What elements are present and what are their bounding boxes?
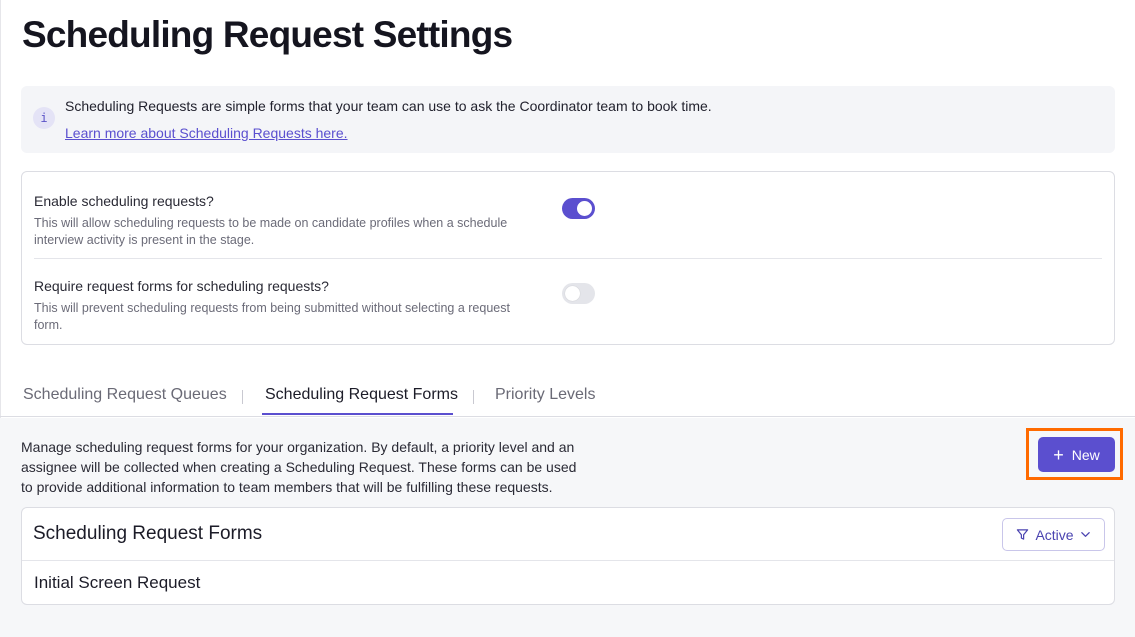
plus-icon: +: [1053, 444, 1064, 465]
forms-table-title: Scheduling Request Forms: [33, 523, 263, 544]
tab-priority-levels[interactable]: Priority Levels: [495, 386, 595, 404]
setting-require-forms: Require request forms for scheduling req…: [34, 258, 1102, 344]
forms-content: Manage scheduling request forms for your…: [0, 418, 1135, 637]
filter-label: Active: [1035, 526, 1074, 543]
status-filter-dropdown[interactable]: Active: [1002, 518, 1105, 551]
tab-separator: [473, 390, 474, 404]
filter-icon: [1017, 529, 1029, 540]
setting-description: This will prevent scheduling requests fr…: [34, 301, 510, 332]
form-name: Initial Screen Request: [34, 573, 201, 592]
page-title: Scheduling Request Settings: [22, 14, 513, 55]
info-icon: i: [33, 107, 55, 129]
tab-separator: [242, 390, 243, 404]
toggle-knob: [577, 201, 592, 216]
learn-more-link[interactable]: Learn more about Scheduling Requests her…: [65, 125, 348, 141]
info-banner: i Scheduling Requests are simple forms t…: [21, 86, 1115, 153]
tab-scheduling-request-forms[interactable]: Scheduling Request Forms: [265, 386, 458, 404]
new-form-button[interactable]: + New: [1038, 437, 1115, 472]
enable-requests-toggle[interactable]: [562, 198, 595, 219]
setting-title: Enable scheduling requests?: [34, 193, 214, 209]
settings-card: Enable scheduling requests? This will al…: [21, 171, 1115, 345]
forms-table-header: Scheduling Request Forms Active: [22, 508, 1114, 561]
table-row[interactable]: Initial Screen Request: [22, 561, 1114, 605]
require-forms-toggle[interactable]: [562, 283, 595, 304]
setting-description: This will allow scheduling requests to b…: [34, 216, 508, 247]
info-banner-text: Scheduling Requests are simple forms tha…: [65, 98, 712, 114]
settings-tabs: Scheduling Request Queues Scheduling Req…: [0, 380, 1135, 417]
setting-title: Require request forms for scheduling req…: [34, 278, 329, 294]
toggle-knob: [565, 286, 580, 301]
active-tab-indicator: [262, 413, 453, 415]
setting-enable-requests: Enable scheduling requests? This will al…: [22, 172, 1114, 258]
chevron-down-icon: [1080, 532, 1090, 537]
forms-description: Manage scheduling request forms for your…: [21, 439, 577, 495]
new-button-label: New: [1071, 446, 1100, 463]
tab-scheduling-request-queues[interactable]: Scheduling Request Queues: [23, 386, 227, 404]
forms-table: Scheduling Request Forms Active Initial …: [21, 507, 1115, 605]
